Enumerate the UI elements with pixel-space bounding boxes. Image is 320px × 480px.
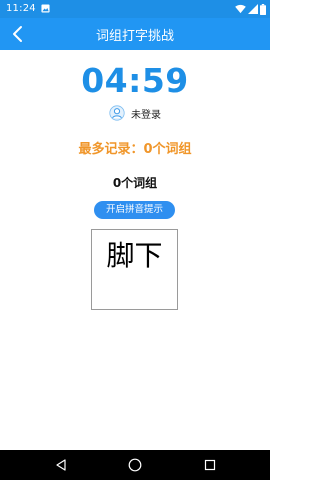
home-circle-icon[interactable] — [128, 458, 142, 472]
login-status[interactable]: 未登录 — [0, 105, 270, 121]
current-word: 脚下 — [106, 239, 163, 272]
page-title: 词组打字挑战 — [95, 29, 174, 44]
status-bar: 11:24 — [0, 0, 270, 18]
best-record: 最多记录：0个词组 — [78, 142, 192, 157]
enable-pinyin-hint-button[interactable]: 开启拼音提示 — [94, 201, 175, 219]
status-icons — [235, 3, 266, 15]
countdown-timer: 04:59 — [81, 61, 189, 100]
gallery-icon — [41, 4, 50, 13]
wifi-icon — [235, 4, 246, 14]
phrase-count: 0个词组 — [112, 176, 158, 190]
word-card: 脚下 — [91, 229, 178, 310]
signal-icon — [248, 4, 258, 14]
battery-icon — [260, 3, 266, 15]
screen: 11:24 词组打字挑战 04:59 未登录 最多记录：0个词组 0个词组 开启… — [0, 0, 270, 480]
avatar-icon — [109, 105, 125, 121]
status-time: 11:24 — [6, 3, 36, 14]
app-bar: 词组打字挑战 — [0, 18, 270, 50]
system-nav-bar — [0, 450, 270, 480]
login-status-text: 未登录 — [131, 109, 161, 121]
back-triangle-icon[interactable] — [55, 459, 67, 471]
recents-square-icon[interactable] — [204, 459, 216, 471]
